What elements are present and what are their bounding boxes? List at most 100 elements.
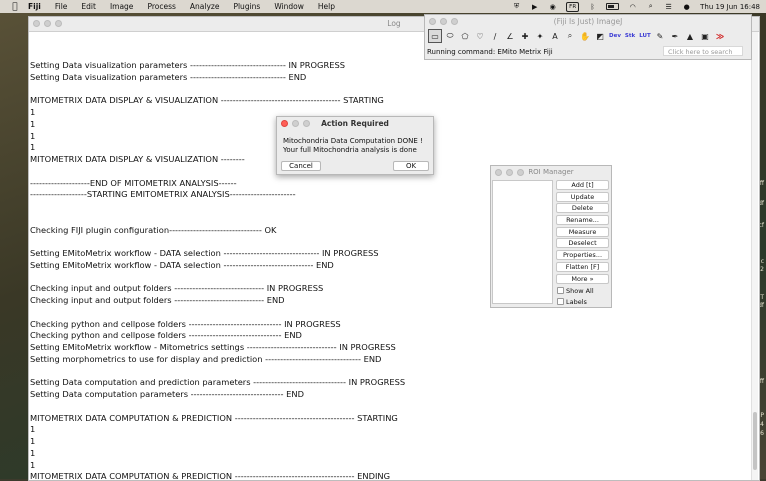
imagej-window: (Fiji Is Just) ImageJ ▭ ⬭ ⬠ ♡ ∕ ∠ ✚ ✦ A …: [424, 14, 752, 60]
show-all-checkbox[interactable]: Show All: [557, 285, 609, 296]
desktop-icon-label[interactable]: ff: [760, 378, 764, 385]
log-line: 1: [30, 447, 36, 458]
log-scrollbar[interactable]: [751, 32, 758, 480]
dev-tool-icon[interactable]: Dev: [608, 29, 622, 43]
play-icon[interactable]: ▶: [530, 3, 539, 11]
action-required-dialog: Action Required Mitochondria Data Comput…: [276, 116, 434, 175]
show-all-label: Show All: [566, 286, 594, 295]
pencil-tool-icon[interactable]: ✎: [653, 29, 667, 43]
hand-tool-icon[interactable]: ✋: [578, 29, 592, 43]
status-menu-area: ⛨ ▶ ◉ FR ᛒ ◠ ⌕ ☰ ● Thu 19 Jun 16:48: [512, 0, 760, 13]
log-line: -------------------STARTING EMITOMETRIX …: [30, 189, 296, 200]
menu-plugins[interactable]: Plugins: [233, 2, 260, 11]
siri-icon[interactable]: ●: [682, 3, 691, 11]
wand-tool-icon[interactable]: ✦: [533, 29, 547, 43]
wifi-icon[interactable]: ◠: [628, 3, 637, 11]
lut-tool-icon[interactable]: LUT: [638, 29, 652, 43]
log-line: MITOMETRIX DATA DISPLAY & VISUALIZATION …: [30, 95, 384, 106]
log-line: Checking input and output folders ------…: [30, 283, 324, 294]
log-line: Setting Data visualization parameters --…: [30, 60, 346, 70]
desktop-icon-label[interactable]: 6: [760, 430, 764, 437]
checkbox-box[interactable]: [557, 287, 564, 295]
log-line: 1: [30, 142, 36, 153]
text-tool-icon[interactable]: A: [548, 29, 562, 43]
cancel-button[interactable]: Cancel: [281, 161, 321, 171]
log-line: 1: [30, 436, 36, 446]
dialog-message-line: Mitochondria Data Computation DONE !: [283, 137, 423, 145]
menu-image[interactable]: Image: [110, 2, 134, 11]
flood-fill-icon[interactable]: ▲: [683, 29, 697, 43]
log-line: Checking python and cellpose folders ---…: [30, 330, 302, 341]
dialog-message: Mitochondria Data Computation DONE ! You…: [283, 137, 423, 155]
roi-properties-button[interactable]: Properties...: [556, 250, 609, 261]
log-line: Setting EMitoMetrix workflow - DATA sele…: [30, 248, 379, 258]
scroll-thumb[interactable]: [753, 412, 757, 470]
roi-deselect-button[interactable]: Deselect: [556, 238, 609, 249]
log-line: 1: [30, 118, 36, 129]
freehand-tool-icon[interactable]: ♡: [473, 29, 487, 43]
point-tool-icon[interactable]: ✚: [518, 29, 532, 43]
roi-manager-window: ROI Manager Add [t] Update Delete Rename…: [490, 165, 612, 308]
line-tool-icon[interactable]: ∕: [488, 29, 502, 43]
desktop-icon-label[interactable]: P: [760, 412, 764, 419]
roi-update-button[interactable]: Update: [556, 191, 609, 202]
log-text-area[interactable]: Setting Data visualization parameters --…: [29, 32, 751, 480]
roi-delete-button[interactable]: Delete: [556, 203, 609, 214]
shield-icon[interactable]: ⛨: [512, 2, 521, 11]
log-line: --------------------END OF MITOMETRIX AN…: [30, 177, 237, 188]
roi-measure-button[interactable]: Measure: [556, 226, 609, 237]
log-line: Setting Data computation parameters ----…: [30, 389, 304, 399]
roi-flatten-button[interactable]: Flatten [F]: [556, 261, 609, 272]
menu-file[interactable]: File: [55, 2, 68, 11]
brush-tool-icon[interactable]: ✒: [668, 29, 682, 43]
log-line: Setting EMitoMetrix workflow - Mitometri…: [30, 342, 396, 352]
labels-checkbox[interactable]: Labels: [557, 296, 609, 307]
clock[interactable]: Thu 19 Jun 16:48: [700, 3, 760, 11]
log-line: Setting Data computation and prediction …: [30, 377, 406, 388]
image-tool-icon[interactable]: ▣: [698, 29, 712, 43]
color-picker-icon[interactable]: ◩: [593, 29, 607, 43]
polygon-tool-icon[interactable]: ⬠: [458, 29, 472, 43]
more-tools-icon[interactable]: ≫: [713, 29, 727, 43]
search-input[interactable]: Click here to search: [663, 46, 743, 56]
log-window: Log Setting Data visualization parameter…: [28, 16, 760, 481]
input-source-icon[interactable]: FR: [566, 1, 580, 12]
angle-tool-icon[interactable]: ∠: [503, 29, 517, 43]
oval-tool-icon[interactable]: ⬭: [443, 29, 457, 43]
log-line: 1: [30, 424, 36, 435]
rectangle-tool-icon[interactable]: ▭: [428, 29, 442, 43]
roi-add-button[interactable]: Add [t]: [556, 180, 609, 190]
roi-more-button[interactable]: More »: [556, 273, 609, 284]
menu-help[interactable]: Help: [318, 2, 335, 11]
stack-tool-icon[interactable]: Stk: [623, 29, 637, 43]
menu-bar:  Fiji File Edit Image Process Analyze P…: [0, 0, 766, 13]
roi-list[interactable]: [492, 180, 553, 304]
menu-process[interactable]: Process: [147, 2, 175, 11]
magnifier-tool-icon[interactable]: ⌕: [563, 29, 577, 43]
roi-rename-button[interactable]: Rename...: [556, 215, 609, 226]
status-text: Running command: EMito Metrix Fiji: [427, 48, 553, 56]
log-line: Checking input and output folders ------…: [30, 295, 285, 305]
dialog-message-line: Your full Mitochondria analysis is done: [283, 146, 417, 154]
apple-icon[interactable]: : [10, 2, 20, 12]
menu-window[interactable]: Window: [274, 2, 304, 11]
menu-edit[interactable]: Edit: [81, 2, 96, 11]
battery-icon[interactable]: [606, 3, 620, 10]
menu-app[interactable]: Fiji: [28, 2, 41, 11]
bluetooth-icon[interactable]: ᛒ: [588, 3, 597, 11]
ok-button[interactable]: OK: [393, 161, 429, 171]
record-icon[interactable]: ◉: [548, 3, 557, 11]
checkbox-box[interactable]: [557, 298, 564, 306]
imagej-toolbar: ▭ ⬭ ⬠ ♡ ∕ ∠ ✚ ✦ A ⌕ ✋ ◩ Dev Stk LUT ✎ ✒ …: [428, 29, 727, 44]
menu-analyze[interactable]: Analyze: [190, 2, 220, 11]
desktop-icon-label[interactable]: ff: [760, 180, 764, 187]
log-line: 1: [30, 107, 36, 117]
desktop-icon-label[interactable]: T: [760, 294, 764, 301]
log-line: Checking FIJI plugin configuration------…: [30, 224, 277, 235]
desktop-icon-label[interactable]: c: [761, 258, 764, 265]
search-icon[interactable]: ⌕: [646, 2, 655, 11]
roi-button-panel: Add [t] Update Delete Rename... Measure …: [556, 180, 609, 307]
log-line: MITOMETRIX DATA DISPLAY & VISUALIZATION …: [30, 154, 245, 164]
log-line: Setting Data visualization parameters --…: [30, 71, 307, 82]
control-center-icon[interactable]: ☰: [664, 3, 673, 11]
